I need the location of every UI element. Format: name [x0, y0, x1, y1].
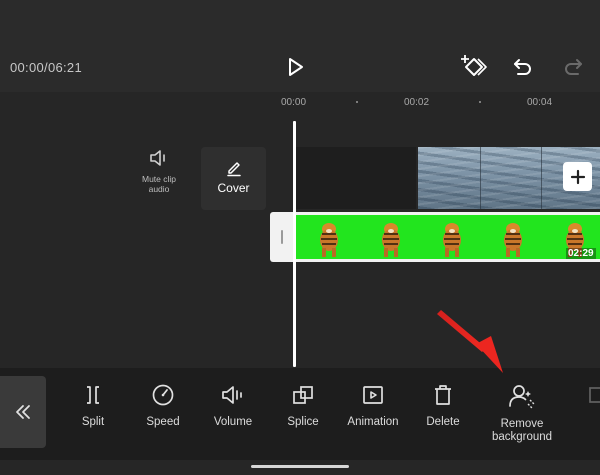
video-editor-screen: 00:00/06:21 00:00 00:02 00:04 Mute clip …	[0, 0, 600, 475]
annotation-arrow-icon	[437, 310, 503, 373]
